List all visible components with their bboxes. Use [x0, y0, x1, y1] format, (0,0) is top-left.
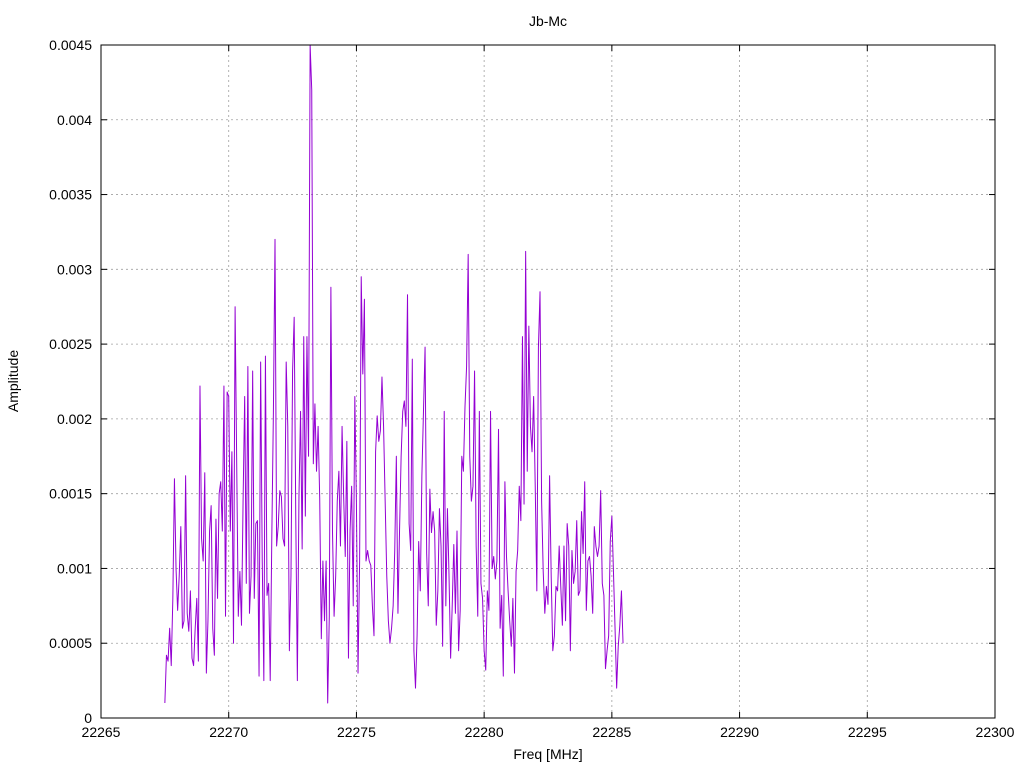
x-tick-label: 22290 [720, 724, 759, 740]
y-tick-label: 0.002 [57, 411, 92, 427]
y-tick-label: 0.0025 [49, 336, 92, 352]
y-tick-label: 0.003 [57, 261, 92, 277]
line-chart: 22265 22270 22275 22280 22285 22290 22295 22300… [5, 13, 1015, 762]
x-tick-label: 22275 [337, 724, 376, 740]
series-line [164, 44, 624, 704]
chart-container: 22265 22270 22275 22280 22285 22290 22295 22300… [0, 0, 1024, 768]
y-tick-label: 0 [84, 710, 92, 726]
x-tick-label: 22300 [976, 724, 1015, 740]
x-axis-label: Freq [MHz] [513, 746, 582, 762]
y-tick-label: 0.0005 [49, 635, 92, 651]
x-tick-label: 22280 [465, 724, 504, 740]
chart-title: Jb-Mc [529, 13, 567, 29]
x-tick-label: 22265 [82, 724, 121, 740]
x-tick-label: 22285 [592, 724, 631, 740]
y-tick-label: 0.001 [57, 560, 92, 576]
x-tick-label: 22295 [848, 724, 887, 740]
y-tick-label: 0.0015 [49, 486, 92, 502]
axis-ticks: 22265 22270 22275 22280 22285 22290 22295 22300… [49, 37, 1015, 740]
y-tick-label: 0.0045 [49, 37, 92, 53]
x-tick-label: 22270 [209, 724, 248, 740]
series-layer [164, 44, 624, 704]
y-axis-label: Amplitude [5, 350, 21, 412]
y-tick-label: 0.0035 [49, 187, 92, 203]
y-tick-label: 0.004 [57, 112, 92, 128]
